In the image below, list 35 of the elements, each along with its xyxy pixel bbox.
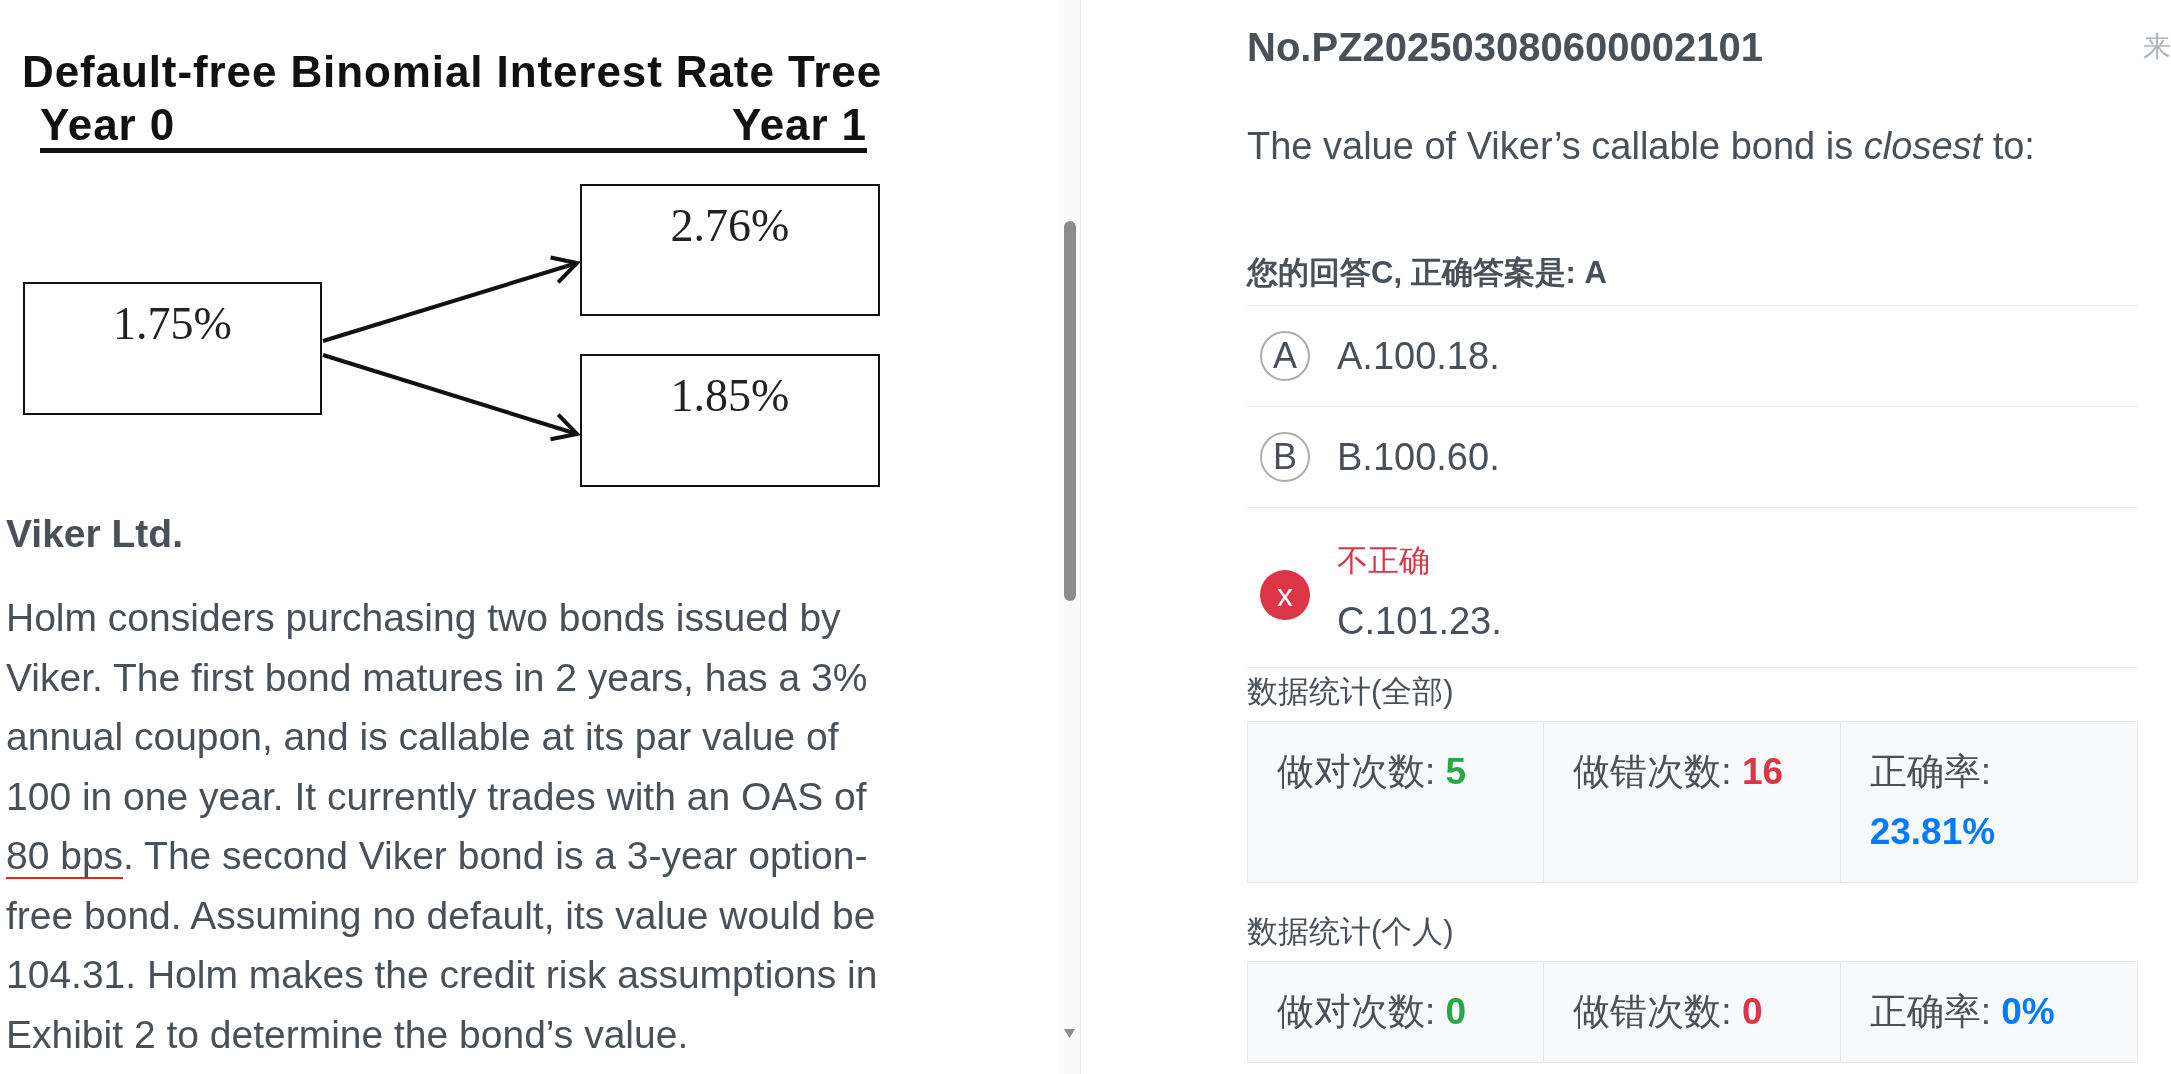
year-label: Year 0 — [40, 104, 176, 146]
stat-value: 0 — [1445, 991, 1467, 1032]
scroll-down-icon[interactable] — [1064, 1029, 1075, 1038]
case-heading: Viker Ltd. — [6, 511, 184, 557]
wrong-answer-marker[interactable]: x — [1260, 570, 1310, 620]
stat-value: 0% — [2001, 991, 2055, 1032]
question-number: No.PZ202503080600002101 — [1247, 24, 1763, 71]
stat-label: 做对次数: — [1277, 751, 1436, 792]
stats-heading: 数据统计(个人) — [1247, 913, 1455, 951]
stat-label: 正确率: — [1869, 991, 1991, 1032]
diagram-title: Default-free Binomial Interest Rate Tree — [22, 48, 883, 96]
answer-summary: 您的回答C, 正确答案是: A — [1247, 251, 2138, 306]
rate-node: 2.76% — [580, 184, 880, 316]
stats-heading: 数据统计(全部) — [1247, 673, 1455, 711]
stat-value: 0 — [1741, 991, 1763, 1032]
stat-label: 做对次数: — [1277, 991, 1436, 1032]
option-text: A.100.18. — [1337, 334, 1500, 379]
side-label: 来 — [2143, 30, 2171, 64]
case-paragraph: Holm considers purchasing two bonds issued by Viker. The first bond matures in 2 years, has a 3% annual coupon, and is callable at its par value of 100 in one year. It currently trades with an OAS of 80 bps. The second Viker bond is a 3-year option-free bond. Assuming no default, its value would be 104.31. Holm makes the credit risk assumptions in Exhibit 2 to determine the bond’s value. — [6, 595, 879, 1058]
stat-label: 正确率: — [1869, 751, 1991, 792]
stat-value: 23.81% — [1869, 811, 1996, 852]
verdict-label: 不正确 — [1337, 542, 1431, 580]
year-label: Year 1 — [731, 104, 867, 146]
stat-value: 5 — [1445, 751, 1467, 792]
option-text: C.101.23. — [1337, 599, 1502, 644]
option-text: B.100.60. — [1337, 435, 1500, 480]
option-radio[interactable]: B — [1260, 432, 1310, 482]
question-prompt: The value of Viker’s callable bond is closest to: — [1247, 124, 2036, 169]
scrollbar-thumb[interactable] — [1063, 221, 1076, 601]
rate-node: 1.85% — [580, 354, 880, 487]
stat-value: 16 — [1741, 751, 1784, 792]
stat-label: 做错次数: — [1573, 751, 1732, 792]
rate-node: 1.75% — [23, 282, 322, 415]
stat-label: 做错次数: — [1573, 991, 1732, 1032]
option-radio[interactable]: A — [1260, 331, 1310, 381]
